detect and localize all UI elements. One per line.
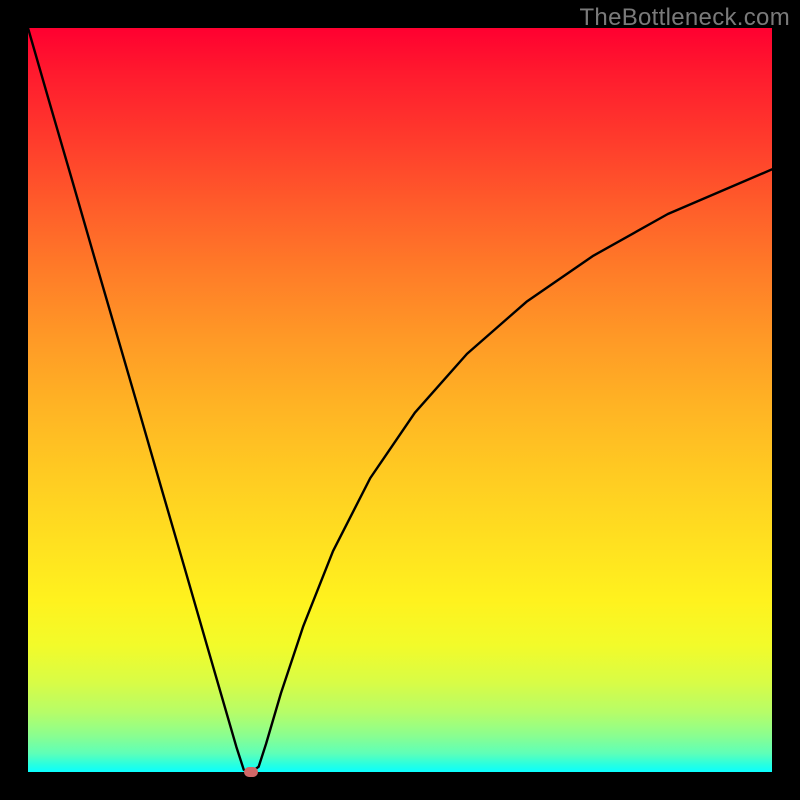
watermark-text: TheBottleneck.com [579, 4, 790, 32]
bottleneck-curve [28, 28, 772, 772]
curve-minimum-marker [244, 767, 258, 777]
plot-area [28, 28, 772, 772]
chart-frame: TheBottleneck.com [0, 0, 800, 800]
